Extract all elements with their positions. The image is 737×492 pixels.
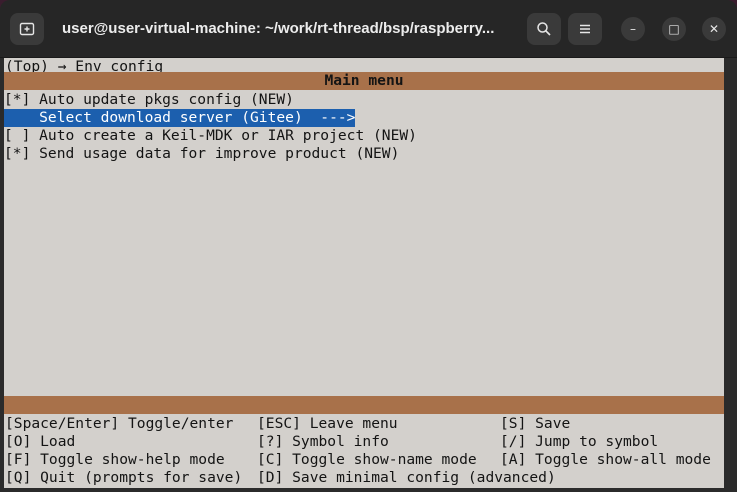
search-icon (537, 22, 551, 36)
terminal-window: user@user-virtual-machine: ~/work/rt-thr… (0, 0, 737, 492)
minimize-icon: – (630, 22, 636, 36)
help-save: [S] Save (500, 415, 571, 432)
close-button[interactable]: ✕ (702, 17, 726, 41)
help-separator-bar (4, 396, 724, 414)
menu-item-download-server[interactable]: Select download server (Gitee) ---> (4, 109, 356, 127)
maximize-icon: □ (668, 22, 680, 36)
search-button[interactable] (527, 13, 561, 45)
title-bar: user@user-virtual-machine: ~/work/rt-thr… (0, 0, 737, 58)
close-icon: ✕ (708, 22, 720, 36)
scrollbar[interactable] (724, 58, 737, 492)
new-tab-icon (19, 22, 35, 36)
help-leave-menu: [ESC] Leave menu (257, 415, 398, 432)
hamburger-menu-icon (580, 24, 590, 34)
new-tab-button[interactable] (10, 13, 44, 45)
minimize-button[interactable]: – (621, 17, 645, 41)
menu-button[interactable] (568, 13, 602, 45)
help-save-minimal: [D] Save minimal config (advanced) (257, 469, 556, 486)
menu-item-keil-project[interactable]: [ ] Auto create a Keil-MDK or IAR projec… (4, 127, 417, 145)
help-show-help-mode: [F] Toggle show-help mode (5, 451, 225, 468)
help-symbol-info: [?] Symbol info (257, 433, 389, 450)
menu-title-bar: Main menu (4, 72, 724, 90)
help-jump-to-symbol: [/] Jump to symbol (500, 433, 659, 450)
terminal-content[interactable]: (Top) → Env config Main menu [*] Auto up… (4, 58, 724, 488)
window-title: user@user-virtual-machine: ~/work/rt-thr… (62, 20, 495, 37)
menu-item-auto-update[interactable]: [*] Auto update pkgs config (NEW) (4, 91, 294, 109)
help-quit: [Q] Quit (prompts for save) (5, 469, 243, 486)
menu-item-usage-data[interactable]: [*] Send usage data for improve product … (4, 145, 399, 163)
help-show-all-mode: [A] Toggle show-all mode (500, 451, 711, 468)
help-load: [O] Load (5, 433, 76, 450)
help-show-name-mode: [C] Toggle show-name mode (257, 451, 477, 468)
help-toggle-enter: [Space/Enter] Toggle/enter (5, 415, 234, 432)
maximize-button[interactable]: □ (662, 17, 686, 41)
